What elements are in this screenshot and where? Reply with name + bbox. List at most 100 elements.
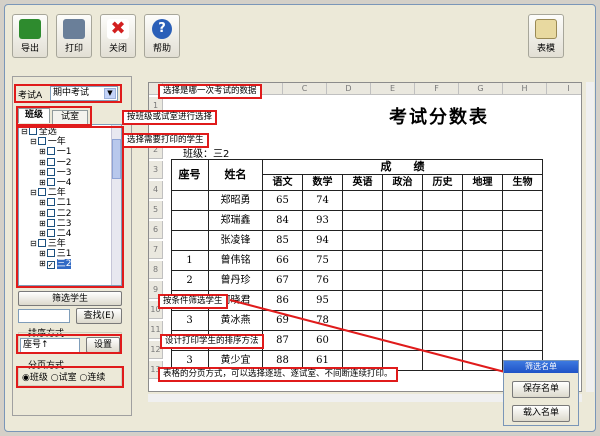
radio-room[interactable]: ○试室: [51, 373, 77, 383]
tree-item[interactable]: ⊞ 一2: [21, 157, 121, 168]
tab-room[interactable]: 试室: [52, 110, 88, 125]
checkbox[interactable]: [46, 218, 55, 227]
template-icon: [535, 19, 557, 39]
checkbox[interactable]: [28, 127, 37, 135]
expander-icon[interactable]: ⊞: [39, 259, 46, 268]
close-button[interactable]: ✖ 关闭: [100, 14, 136, 58]
exam-select[interactable]: 期中考试 ▼: [50, 86, 118, 101]
print-button[interactable]: 打印: [56, 14, 92, 58]
paging-group: ◉班级 ○试室 ○连续: [18, 366, 122, 386]
expander-icon[interactable]: ⊟: [21, 127, 28, 136]
callout-sort: 设计打印学生的排序方法: [160, 334, 264, 349]
tree-item[interactable]: ⊞ 一4: [21, 177, 121, 188]
tree-item[interactable]: ⊟ 全选: [21, 127, 121, 137]
expander-icon[interactable]: ⊟: [30, 188, 37, 197]
close-icon: ✖: [107, 19, 129, 39]
expander-icon[interactable]: ⊞: [39, 168, 46, 177]
tree-item[interactable]: ⊞ 二3: [21, 218, 121, 229]
tree-item-label: 一年: [47, 137, 66, 148]
checkbox[interactable]: [37, 239, 46, 248]
sheet-scrollbar[interactable]: [586, 82, 594, 392]
score-cell: [463, 251, 503, 271]
help-button[interactable]: ? 帮助: [144, 14, 180, 58]
checkbox[interactable]: [46, 208, 55, 217]
score-cell: [343, 291, 383, 311]
tree-item[interactable]: ⊟ 二年: [21, 188, 121, 198]
search-input[interactable]: [18, 309, 70, 323]
seat-cell: [171, 231, 209, 251]
score-cell: [343, 251, 383, 271]
expander-icon[interactable]: ⊞: [39, 249, 46, 258]
score-cell: 84: [263, 211, 303, 231]
sort-settings-button[interactable]: 设置: [86, 337, 120, 353]
score-cell: [463, 211, 503, 231]
student-tree: ⊟ 全选 ⊟ 一年 ⊞ 一1 ⊞ 一2 ⊞ 一3 ⊞ 一4 ⊟ 二年 ⊞ 二1 ⊞ 二2 ⊞ 二3 ⊞ 二4 ⊟ 三年 ⊞ 三1 ⊞…: [18, 124, 122, 286]
score-cell: [343, 311, 383, 331]
checkbox[interactable]: [46, 177, 55, 186]
score-cell: [383, 331, 423, 351]
tree-item[interactable]: ⊞ 一1: [21, 147, 121, 157]
callout-tree: 选择需要打印的学生: [122, 133, 209, 148]
checkbox[interactable]: [46, 249, 55, 258]
toolbar: 导出 打印 ✖ 关闭 ? 帮助 表模: [12, 14, 590, 66]
checkbox[interactable]: [46, 147, 55, 156]
tree-item[interactable]: ⊞ 三1: [21, 249, 121, 259]
tree-item-label: 二4: [56, 228, 72, 239]
load-list-button[interactable]: 载入名单: [512, 405, 570, 422]
tree-item[interactable]: ⊟ 三年: [21, 239, 121, 249]
expander-icon[interactable]: ⊞: [39, 158, 46, 167]
score-cell: 78: [303, 311, 343, 331]
tree-item[interactable]: ⊞ ✓ 三2: [21, 259, 121, 270]
expander-icon[interactable]: ⊞: [39, 209, 46, 218]
seat-cell: [171, 211, 209, 231]
tree-item[interactable]: ⊞ 二2: [21, 208, 121, 219]
tree-item[interactable]: ⊞ 二1: [21, 198, 121, 208]
tree-item-label: 三年: [47, 239, 66, 250]
template-button[interactable]: 表模: [528, 14, 564, 58]
search-button[interactable]: 查找(E): [76, 308, 122, 324]
expander-icon[interactable]: ⊟: [30, 137, 37, 146]
score-cell: 69: [263, 311, 303, 331]
score-cell: [463, 291, 503, 311]
tree-item-label: 二年: [47, 188, 66, 199]
score-cell: [423, 251, 463, 271]
checkbox[interactable]: [46, 198, 55, 207]
expander-icon[interactable]: ⊞: [39, 219, 46, 228]
export-button[interactable]: 导出: [12, 14, 48, 58]
scroll-thumb[interactable]: [112, 139, 121, 179]
checkbox[interactable]: [46, 167, 55, 176]
radio-continuous[interactable]: ○连续: [80, 373, 106, 383]
save-list-button[interactable]: 保存名单: [512, 381, 570, 398]
checkbox[interactable]: ✓: [46, 261, 55, 270]
seat-cell: 3: [171, 311, 209, 331]
callout-exam: 选择是哪一次考试的数据: [158, 84, 262, 99]
tree-item[interactable]: ⊟ 一年: [21, 137, 121, 147]
tab-class[interactable]: 班级: [18, 108, 50, 123]
expander-icon[interactable]: ⊞: [39, 178, 46, 187]
sort-field[interactable]: 座号↑: [20, 338, 80, 353]
callout-tabs: 按班级或试室进行选择: [122, 110, 218, 125]
checkbox[interactable]: [46, 228, 55, 237]
radio-class[interactable]: ◉班级: [22, 373, 48, 383]
expander-icon[interactable]: ⊞: [39, 229, 46, 238]
tree-scrollbar[interactable]: [111, 125, 121, 285]
chevron-down-icon[interactable]: ▼: [104, 88, 116, 99]
name-cell: 郑昭勇: [209, 191, 263, 211]
col-header: G: [459, 83, 503, 95]
expander-icon[interactable]: ⊟: [30, 239, 37, 248]
score-cell: [383, 271, 423, 291]
filter-students-button[interactable]: 筛选学生: [18, 291, 122, 306]
subject-header: 语文: [263, 175, 303, 191]
tree-item[interactable]: ⊞ 二4: [21, 228, 121, 239]
score-cell: 75: [303, 251, 343, 271]
expander-icon[interactable]: ⊞: [39, 147, 46, 156]
score-cell: [423, 231, 463, 251]
checkbox[interactable]: [37, 188, 46, 197]
checkbox[interactable]: [46, 157, 55, 166]
score-cell: [463, 191, 503, 211]
checkbox[interactable]: [37, 137, 46, 146]
tree-item[interactable]: ⊞ 一3: [21, 167, 121, 178]
expander-icon[interactable]: ⊞: [39, 198, 46, 207]
score-cell: 94: [303, 231, 343, 251]
header-name: 姓名: [209, 159, 263, 191]
